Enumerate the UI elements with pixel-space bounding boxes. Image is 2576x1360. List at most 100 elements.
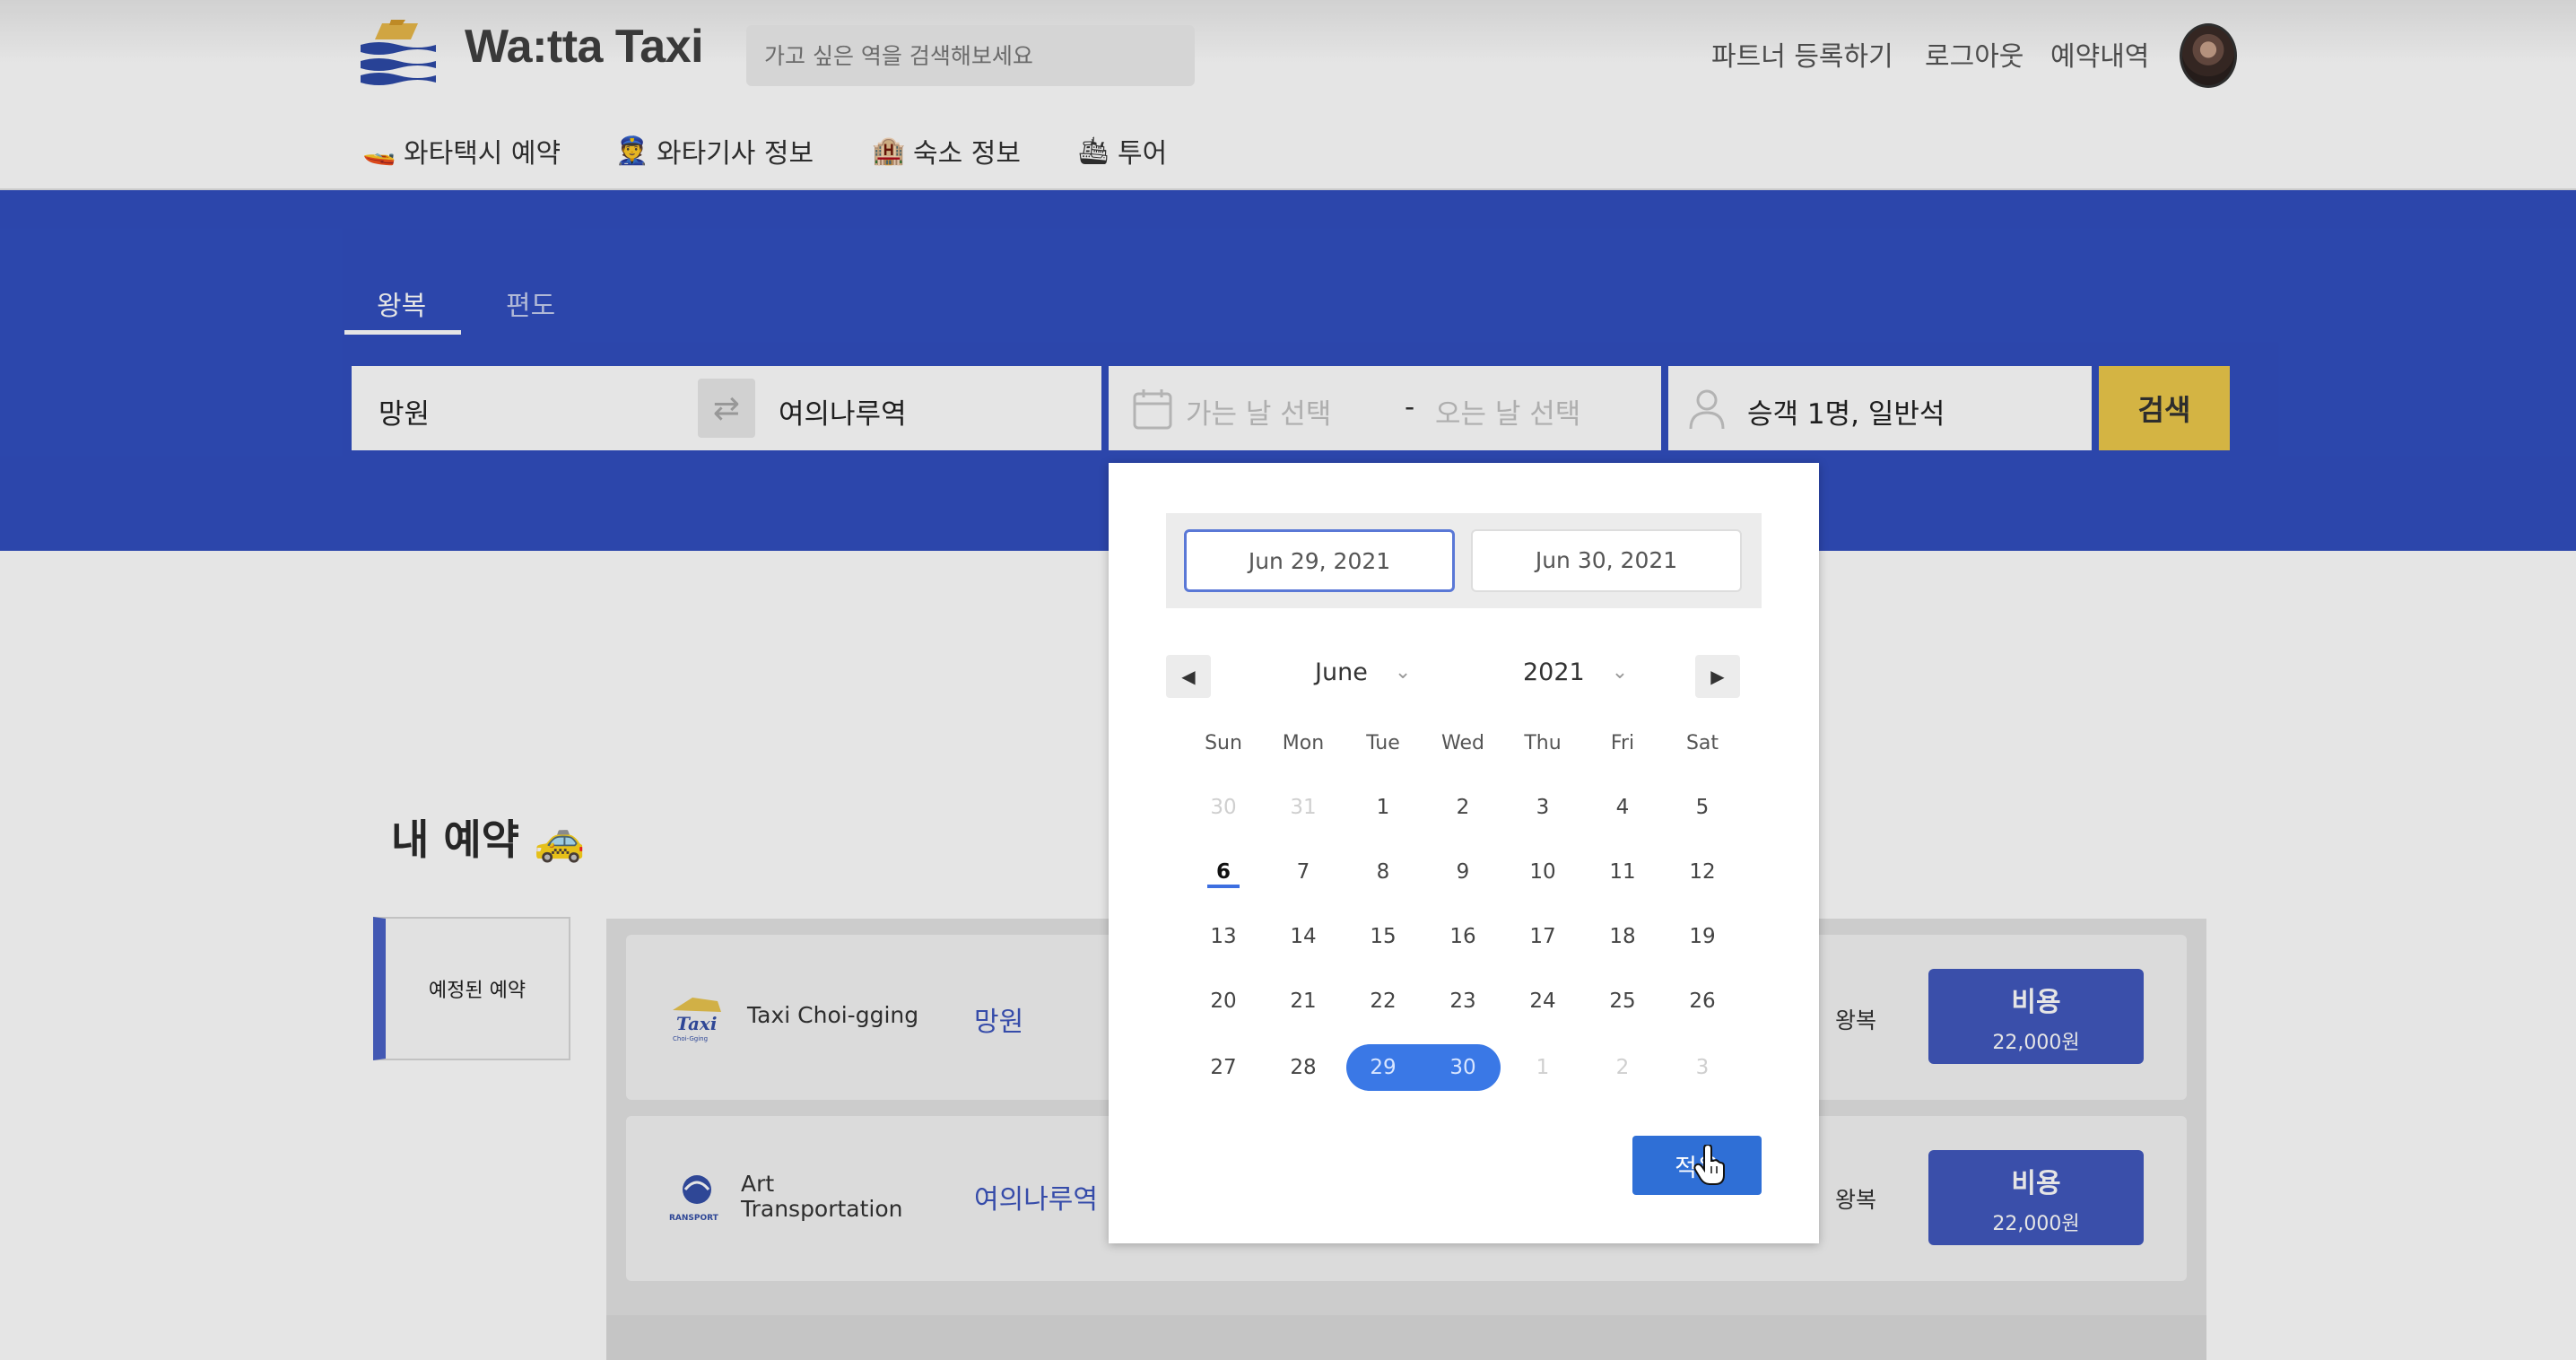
calendar-day[interactable]: 20 — [1183, 978, 1264, 1024]
prev-month-button[interactable]: ◀ — [1166, 655, 1211, 698]
calendar-day[interactable]: 1 — [1343, 784, 1423, 831]
trip-type: 왕복 — [1835, 1007, 1877, 1033]
weekday-label: Mon — [1282, 732, 1325, 754]
end-date-input[interactable]: Jun 30, 2021 — [1471, 529, 1742, 592]
search-button[interactable]: 검색 — [2099, 366, 2230, 450]
calendar-day[interactable]: 15 — [1343, 913, 1423, 960]
calendar-day[interactable]: 18 — [1582, 913, 1663, 960]
boat-icon: 🚤 — [362, 135, 396, 167]
top-header: Wa:tta Taxi 파트너 등록하기 로그아웃 예약내역 🚤 와타택시 예약… — [0, 0, 2576, 190]
calendar-day[interactable]: 26 — [1662, 978, 1743, 1024]
calendar-day[interactable]: 27 — [1183, 1044, 1264, 1091]
calendar-day-range-end[interactable]: 30 — [1423, 1044, 1503, 1091]
weekday-label: Sun — [1205, 732, 1242, 754]
calendar-day[interactable]: 28 — [1263, 1044, 1344, 1091]
calendar-day[interactable]: 7 — [1263, 849, 1344, 895]
station-search-input[interactable] — [746, 25, 1195, 86]
brand-name[interactable]: Wa:tta Taxi — [465, 20, 704, 74]
tab-round-trip[interactable]: 왕복 — [377, 283, 426, 323]
cost-amount: 22,000원 — [1992, 1213, 2080, 1235]
calendar-day[interactable]: 12 — [1662, 849, 1743, 895]
police-officer-icon: 👮 — [615, 135, 649, 167]
calendar-day[interactable]: 3 — [1502, 784, 1583, 831]
active-tab-indicator — [344, 330, 461, 335]
cost-label: 비용 — [2011, 1168, 2061, 1199]
company-name: Art Transportation — [741, 1171, 903, 1222]
start-date-input[interactable]: Jun 29, 2021 — [1184, 529, 1455, 592]
calendar-day[interactable]: 25 — [1582, 978, 1663, 1024]
trip-type: 왕복 — [1835, 1187, 1877, 1213]
calendar-day[interactable]: 31 — [1263, 784, 1344, 831]
calendar-day[interactable]: 5 — [1662, 784, 1743, 831]
nav-driver-info[interactable]: 👮 와타기사 정보 — [615, 131, 814, 170]
calendar-day[interactable]: 30 — [1183, 784, 1264, 831]
chevron-down-icon: ⌄ — [1611, 661, 1629, 684]
hand-cursor-icon — [1693, 1145, 1725, 1185]
nav-label: 와타택시 예약 — [404, 138, 561, 170]
reservation-history-link[interactable]: 예약내역 — [2050, 34, 2149, 74]
cost-amount: 22,000원 — [1992, 1032, 2080, 1054]
calendar-day[interactable]: 8 — [1343, 849, 1423, 895]
calendar-day[interactable]: 17 — [1502, 913, 1583, 960]
calendar-day[interactable]: 16 — [1423, 913, 1503, 960]
booking-place: 망원 — [974, 1007, 1024, 1038]
cost-label: 비용 — [2011, 987, 2061, 1018]
calendar-day[interactable]: 4 — [1582, 784, 1663, 831]
weekday-label: Thu — [1524, 732, 1562, 754]
cost-button[interactable]: 비용 22,000원 — [1928, 969, 2144, 1064]
booking-place: 여의나루역 — [974, 1184, 1098, 1216]
month-select[interactable]: June ⌄ — [1315, 658, 1411, 686]
departure-station[interactable]: 망원 — [379, 391, 430, 432]
next-month-button[interactable]: ▶ — [1695, 655, 1740, 698]
calendar-day[interactable]: 22 — [1343, 978, 1423, 1024]
calendar-day[interactable]: 10 — [1502, 849, 1583, 895]
calendar-day[interactable]: 2 — [1582, 1044, 1663, 1091]
ship-icon: 🛳 — [1076, 135, 1111, 167]
selected-month: June — [1315, 658, 1368, 686]
nav-taxi-booking[interactable]: 🚤 와타택시 예약 — [362, 131, 561, 170]
calendar-day[interactable]: 21 — [1263, 978, 1344, 1024]
cost-button[interactable]: 비용 22,000원 — [1928, 1150, 2144, 1245]
nav-label: 숙소 정보 — [913, 138, 1021, 170]
tab-one-way[interactable]: 편도 — [506, 283, 555, 323]
svg-text:RANSPORT: RANSPORT — [669, 1214, 719, 1223]
calendar-day[interactable]: 2 — [1423, 784, 1503, 831]
calendar-day[interactable]: 23 — [1423, 978, 1503, 1024]
nav-label: 투어 — [1118, 138, 1168, 170]
calendar-day[interactable]: 24 — [1502, 978, 1583, 1024]
calendar-day-today[interactable]: 6 — [1183, 849, 1264, 895]
calendar-day[interactable]: 13 — [1183, 913, 1264, 960]
date-separator: - — [1405, 391, 1415, 423]
year-select[interactable]: 2021 ⌄ — [1523, 658, 1628, 686]
weekday-label: Fri — [1610, 732, 1635, 754]
passenger-summary[interactable]: 승객 1명, 일반석 — [1747, 391, 1945, 432]
calendar-day[interactable]: 14 — [1263, 913, 1344, 960]
swap-stations-icon[interactable]: ⇄ — [698, 379, 755, 438]
partner-register-link[interactable]: 파트너 등록하기 — [1711, 34, 1893, 74]
taxi-company-logo: Taxi Choi-Gging — [673, 998, 721, 1042]
arrival-station[interactable]: 여의나루역 — [779, 391, 907, 432]
depart-date-placeholder[interactable]: 가는 날 선택 — [1186, 391, 1331, 432]
calendar-day[interactable]: 3 — [1662, 1044, 1743, 1091]
calendar-day[interactable]: 19 — [1662, 913, 1743, 960]
passenger-field[interactable]: 승객 1명, 일반석 — [1668, 366, 2092, 450]
calendar-day[interactable]: 1 — [1502, 1044, 1583, 1091]
calendar-day[interactable]: 11 — [1582, 849, 1663, 895]
my-bookings-title: 내 예약 🚕 — [391, 815, 586, 864]
nav-tour[interactable]: 🛳 투어 — [1076, 131, 1167, 170]
user-avatar[interactable] — [2180, 23, 2237, 88]
weekday-label: Tue — [1366, 732, 1400, 754]
nav-accommodation-info[interactable]: 🏨 숙소 정보 — [872, 131, 1021, 170]
return-date-placeholder[interactable]: 오는 날 선택 — [1435, 391, 1580, 432]
transport-company-logo: RANSPORT — [669, 1175, 719, 1223]
weekday-label: Sat — [1685, 732, 1719, 754]
upcoming-bookings-tab[interactable]: 예정된 예약 — [373, 917, 570, 1060]
logout-link[interactable]: 로그아웃 — [1925, 34, 2023, 74]
calendar-day-range-start[interactable]: 29 — [1343, 1044, 1423, 1091]
calendar-day[interactable]: 9 — [1423, 849, 1503, 895]
date-field[interactable]: 가는 날 선택 - 오는 날 선택 — [1109, 366, 1661, 450]
wattataxi-logo[interactable] — [355, 16, 441, 88]
svg-text:Taxi: Taxi — [676, 1013, 717, 1034]
caret-right-icon: ▶ — [1710, 667, 1725, 687]
selected-year: 2021 — [1523, 658, 1585, 686]
